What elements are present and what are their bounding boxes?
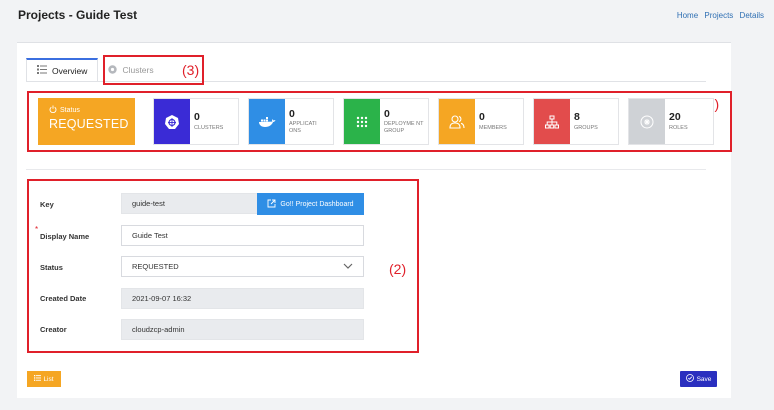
stat-clusters-value: 0 <box>194 111 200 124</box>
list-button-label: List <box>43 375 54 383</box>
stat-applications-value: 0 <box>289 107 295 120</box>
status-label: Status <box>40 263 63 272</box>
display-name-input[interactable]: Guide Test <box>121 225 364 246</box>
stat-clusters[interactable]: 0 CLUSTERS <box>153 98 239 145</box>
chevron-down-icon <box>343 262 353 271</box>
stat-roles-label: ROLES <box>669 124 688 131</box>
creator-field: cloudzcp-admin <box>121 319 364 340</box>
creator-label: Creator <box>40 325 67 334</box>
kubernetes-icon <box>154 99 190 144</box>
stat-applications-label: APPLICATI ONS <box>289 121 317 134</box>
save-button[interactable]: Save <box>680 371 717 387</box>
key-field: guide-test <box>121 193 261 214</box>
list-icon <box>34 375 42 383</box>
annotation-label-2: (2) <box>389 261 407 277</box>
stat-applications[interactable]: 0 APPLICATI ONS <box>248 98 334 145</box>
breadcrumb-details[interactable]: Details <box>740 11 764 20</box>
section-divider <box>26 169 706 170</box>
stat-groups-value: 8 <box>574 111 580 124</box>
stat-members-value: 0 <box>479 111 485 124</box>
users-icon <box>439 99 475 144</box>
check-circle-icon <box>685 374 694 384</box>
status-tile-value: REQUESTED <box>49 117 129 131</box>
breadcrumb: Home Projects Details <box>677 11 764 20</box>
breadcrumb-home[interactable]: Home <box>677 11 698 20</box>
stat-clusters-label: CLUSTERS <box>194 124 224 131</box>
tab-overview[interactable]: Overview <box>26 58 99 82</box>
project-dashboard-label: Go!! Project Dashboard <box>280 200 354 208</box>
list-icon <box>37 65 47 76</box>
power-icon <box>49 105 57 115</box>
required-marker: * <box>35 225 39 234</box>
tab-overview-label: Overview <box>52 65 88 76</box>
hierarchy-icon <box>534 99 570 144</box>
stat-deployment-group-label: DEPLOYME NT GROUP <box>384 121 424 134</box>
stat-deployment-group[interactable]: 0 DEPLOYME NT GROUP <box>343 98 429 145</box>
status-select-value: REQUESTED <box>132 262 179 271</box>
stat-members-label: MEMBERS <box>479 124 507 131</box>
annotation-label-3: (3) <box>182 62 200 78</box>
display-name-label: Display Name <box>40 232 90 241</box>
stat-roles-value: 20 <box>669 111 681 124</box>
stat-deployment-group-value: 0 <box>384 107 390 120</box>
roles-icon <box>629 99 665 144</box>
save-button-label: Save <box>696 375 712 383</box>
created-date-label: Created Date <box>40 294 87 303</box>
status-select[interactable]: REQUESTED <box>121 256 364 277</box>
stat-groups[interactable]: 8 GROUPS <box>533 98 619 145</box>
docker-icon <box>249 99 285 144</box>
project-dashboard-button[interactable]: Go!! Project Dashboard <box>257 193 364 215</box>
list-button[interactable]: List <box>27 371 61 387</box>
status-tile-label: Status <box>60 106 80 114</box>
breadcrumb-projects[interactable]: Projects <box>704 11 733 20</box>
stat-roles[interactable]: 20 ROLES <box>628 98 714 145</box>
page-title: Projects - Guide Test <box>18 8 138 22</box>
grid-icon <box>344 99 380 144</box>
stat-members[interactable]: 0 MEMBERS <box>438 98 524 145</box>
created-date-field: 2021-09-07 16:32 <box>121 288 364 309</box>
key-label: Key <box>40 200 54 209</box>
status-tile: Status REQUESTED <box>38 98 135 145</box>
stat-groups-label: GROUPS <box>574 124 598 131</box>
external-link-icon <box>267 199 276 210</box>
